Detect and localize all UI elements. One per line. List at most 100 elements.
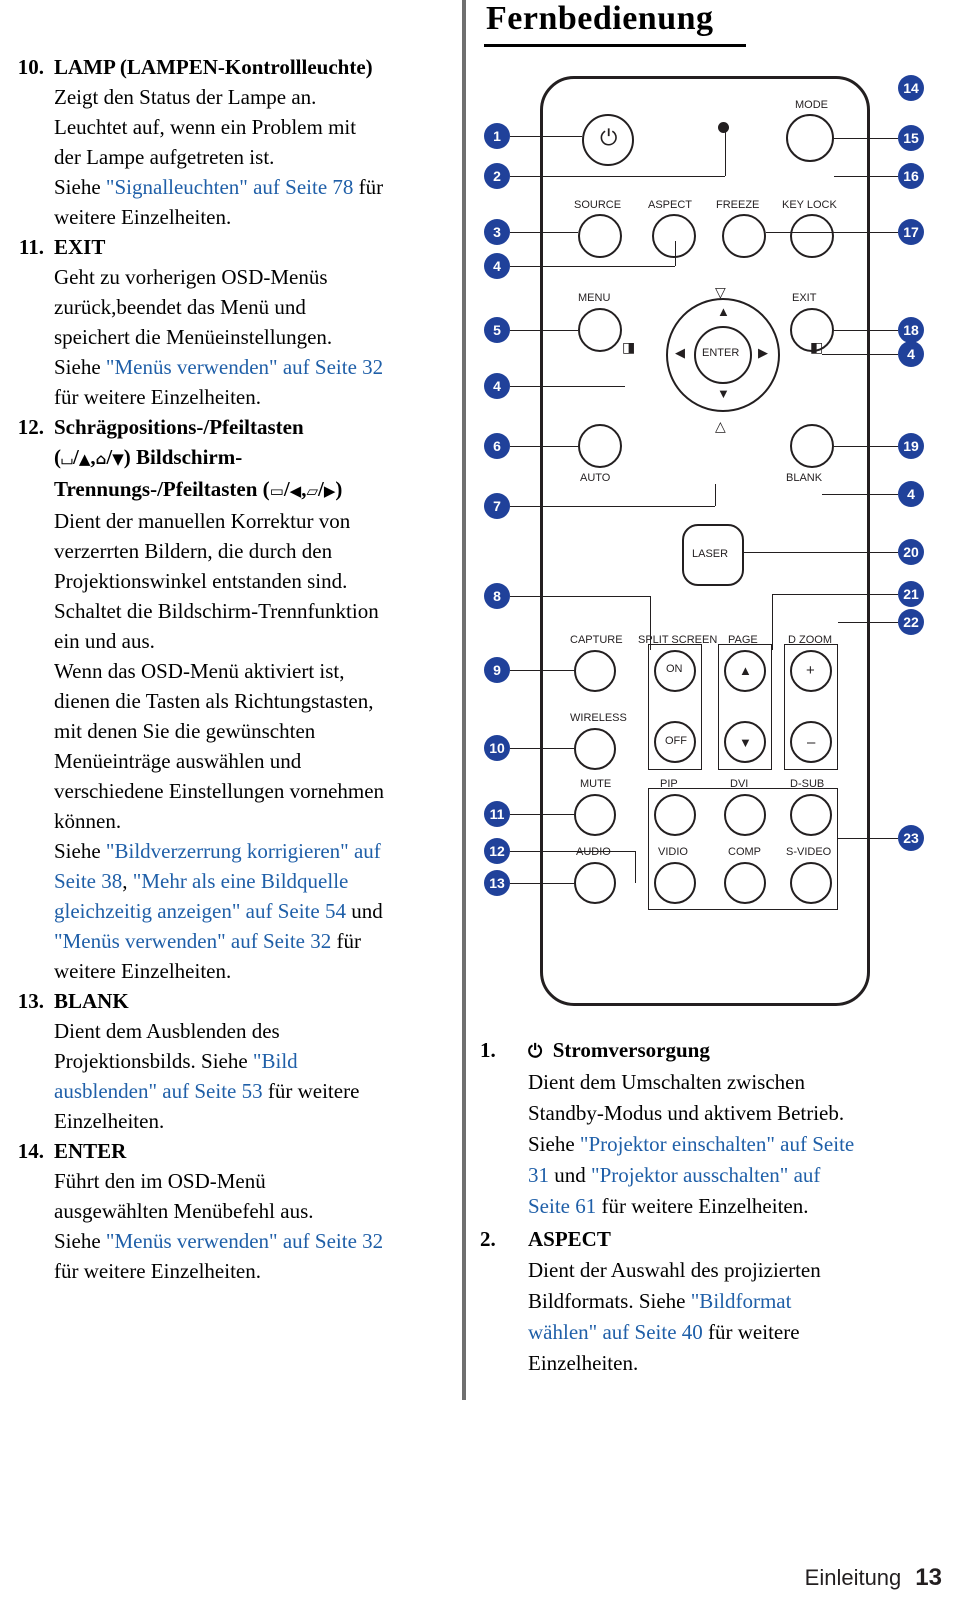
leader-line [834,446,898,447]
paren-close-text: ) Bildschirm- [123,445,243,469]
item-body: ENTER Führt den im OSD-Menü ausgewählten… [54,1136,455,1286]
item-line: Siehe "Menüs verwenden" auf Seite 32 [54,1226,455,1256]
cross-reference-link[interactable]: "Menüs verwenden" auf Seite 32 [54,929,331,953]
arrow-down-icon: ▼ [112,450,124,468]
item-line: Siehe "Signalleuchten" auf Seite 78 für [54,172,455,202]
item-line: für weitere Einzelheiten. [54,1259,261,1283]
item-line: zurück,beendet das Menü und [54,295,306,319]
callout-3: 3 [484,219,510,245]
leader-line [744,552,898,553]
item-number: 11. [18,235,44,259]
keystone-bottom-icon: △ [715,418,726,434]
item-line: Projektionsbilds. Siehe "Bild [54,1046,455,1076]
arrow-down-icon[interactable]: ▼ [717,386,730,401]
callout-1: 1 [484,123,510,149]
cross-reference-link[interactable]: Seite 38 [54,869,122,893]
split-screen-group-box [648,644,702,770]
item-line: Dient der Auswahl des projizierten [528,1258,821,1282]
list-item: 14. ENTER Führt den im OSD-Menü ausgewäh… [8,1136,455,1286]
item-heading-symbols-line2: Trennungs-/Pfeiltasten (▭/◀,▱/▶) [54,474,455,506]
cross-reference-link[interactable]: "Bildverzerrung korrigieren" auf [106,839,381,863]
item-number: 2. [480,1227,496,1251]
arrow-left-icon[interactable]: ◀ [675,345,685,361]
cross-reference-link[interactable]: "Bild [253,1049,298,1073]
item-line: Dient dem Ausblenden des [54,1019,280,1043]
leader-line [510,136,582,137]
item-heading: ASPECT [528,1227,611,1251]
capture-button[interactable] [574,650,616,692]
menu-button[interactable] [578,308,622,352]
item-line: "Menüs verwenden" auf Seite 32 für [54,926,455,956]
split-right-icon: ▱ [306,482,319,500]
leader-line [510,386,625,387]
item-heading: LAMP (LAMPEN-Kontrollleuchte) [54,55,373,79]
cross-reference-link[interactable]: 31 [528,1163,549,1187]
leader-line [510,670,574,671]
item-line: Zeigt den Status der Lampe an. [54,85,317,109]
callout-22: 22 [898,609,924,635]
cross-reference-link[interactable]: "Signalleuchten" auf Seite 78 [106,175,354,199]
cross-reference-link[interactable]: "Projektor ausschalten" auf [591,1163,820,1187]
label-auto: AUTO [580,472,611,484]
leader-line [772,594,898,595]
item-line: Seite 61 für weitere Einzelheiten. [528,1191,956,1222]
power-icon: ⏻ [600,126,618,151]
right-item-list: 1. ⏻ Stromversorgung Dient dem Umschalte… [476,1035,956,1381]
leader-line [510,748,574,749]
arrow-up-icon[interactable]: ▲ [717,304,730,319]
leader-line [834,330,898,331]
mute-button[interactable] [574,794,616,836]
cross-reference-link[interactable]: "Bildformat [691,1289,792,1313]
cross-reference-link[interactable]: "Mehr als eine Bildquelle [133,869,349,893]
item-line: Siehe "Menüs verwenden" auf Seite 32 [54,352,455,382]
item-line: Dient der manuellen Korrektur von [54,509,351,533]
source-button[interactable] [578,214,622,258]
aspect-button[interactable] [652,214,696,258]
item-line: Geht zu vorherigen OSD-Menüs [54,265,328,289]
callout-5: 5 [484,317,510,343]
audio-button[interactable] [574,862,616,904]
item-line: Menüeinträge auswählen und [54,749,302,773]
item-body: EXIT Geht zu vorherigen OSD-Menüs zurück… [54,232,455,412]
callout-4d: 4 [898,481,924,507]
leader-line [510,232,578,233]
leader-line [772,594,773,650]
item-line: dienen die Tasten als Richtungstasten, [54,689,374,713]
item-line: weitere Einzelheiten. [54,959,232,983]
left-column: 10. LAMP (LAMPEN-Kontrollleuchte) Zeigt … [0,52,455,1286]
callout-19: 19 [898,433,924,459]
cross-reference-link[interactable]: "Projektor einschalten" auf Seite [580,1132,854,1156]
callout-23: 23 [898,825,924,851]
arrow-right-icon[interactable]: ▶ [758,345,768,361]
callout-4: 4 [484,253,510,279]
leader-line [725,128,726,176]
text-pre: Siehe [54,839,106,863]
item-body: ASPECT Dient der Auswahl des projizierte… [528,1224,956,1379]
item-line: Dient dem Umschalten zwischen [528,1070,805,1094]
cross-reference-link[interactable]: "Menüs verwenden" auf Seite 32 [106,355,383,379]
item-line: ausgewählten Menübefehl aus. [54,1199,314,1223]
blank-button[interactable] [790,424,834,468]
cross-reference-link[interactable]: Seite 61 [528,1194,596,1218]
column-divider [462,0,466,1400]
callout-6: 6 [484,433,510,459]
callout-2: 2 [484,163,510,189]
cross-reference-link[interactable]: gleichzeitig anzeigen" auf Seite 54 [54,899,346,923]
label-freeze: FREEZE [716,199,760,211]
text-post: für weitere Einzelheiten. [596,1194,809,1218]
cross-reference-link[interactable]: ausblenden" auf Seite 53 [54,1079,263,1103]
callout-15: 15 [898,125,924,151]
item-line: speichert die Menüeinstellungen. [54,325,333,349]
cross-reference-link[interactable]: wählen" auf Seite 40 [528,1320,703,1344]
heading-text: Stromversorgung [552,1038,710,1062]
auto-button[interactable] [578,424,622,468]
leader-line [510,851,635,852]
keylock-button[interactable] [790,214,834,258]
mode-button[interactable] [786,114,834,162]
item-body: BLANK Dient dem Ausblenden des Projektio… [54,986,455,1136]
wireless-button[interactable] [574,728,616,770]
cross-reference-link[interactable]: "Menüs verwenden" auf Seite 32 [106,1229,383,1253]
text-pre: Siehe [54,175,106,199]
item-line: verschiedene Einstellungen vornehmen [54,779,385,803]
freeze-button[interactable] [722,214,766,258]
